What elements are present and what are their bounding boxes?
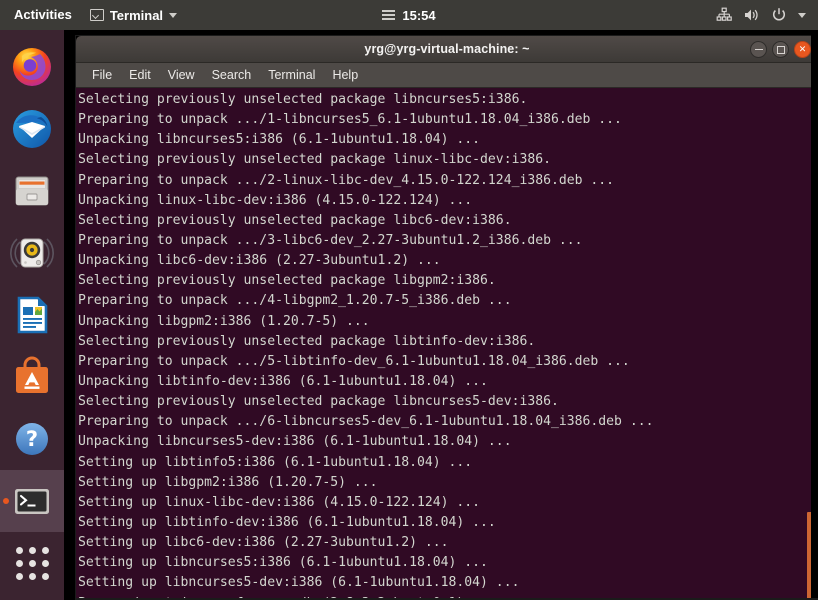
activities-button[interactable]: Activities: [0, 0, 82, 30]
terminal-line: Setting up libncurses5-dev:i386 (6.1-1ub…: [78, 575, 520, 591]
terminal-line: Setting up libtinfo-dev:i386 (6.1-1ubunt…: [78, 514, 496, 530]
terminal-line: Preparing to unpack .../1-libncurses5_6.…: [78, 112, 622, 128]
firefox-icon: [10, 45, 54, 89]
terminal-line: Selecting previously unselected package …: [78, 92, 528, 107]
terminal-output-area[interactable]: Selecting previously unselected package …: [76, 88, 818, 600]
terminal-line: Setting up libncurses5:i386 (6.1-1ubuntu…: [78, 555, 488, 571]
window-title-bar[interactable]: yrg@yrg-virtual-machine: ~ ✕: [76, 36, 818, 63]
chevron-down-icon: [169, 12, 178, 18]
terminal-line: Unpacking libgpm2:i386 (1.20.7-5) ...: [78, 313, 370, 329]
ubuntu-software-icon: [10, 355, 54, 399]
libreoffice-writer-icon: [10, 293, 54, 337]
grid-dots-icon: [15, 546, 49, 580]
clock-label: 15:54: [402, 7, 436, 23]
files-icon: [10, 169, 54, 213]
network-wired-icon[interactable]: [716, 7, 732, 23]
terminal-line: Selecting previously unselected package …: [78, 333, 536, 349]
dock-item-rhythmbox[interactable]: [0, 222, 64, 284]
menu-item-search[interactable]: Search: [204, 65, 260, 85]
terminal-line: Selecting previously unselected package …: [78, 152, 551, 168]
terminal-line: Setting up libtinfo5:i386 (6.1-1ubuntu1.…: [78, 454, 473, 470]
dock-item-firefox[interactable]: [0, 36, 64, 98]
terminal-line: Unpacking libtinfo-dev:i386 (6.1-1ubuntu…: [78, 373, 488, 389]
window-controls: ✕: [750, 36, 811, 63]
maximize-button[interactable]: [772, 41, 789, 58]
terminal-line: Unpacking linux-libc-dev:i386 (4.15.0-12…: [78, 192, 473, 208]
window-title: yrg@yrg-virtual-machine: ~: [364, 42, 530, 56]
rhythmbox-icon: [10, 231, 54, 275]
show-applications-button[interactable]: [0, 536, 64, 590]
close-button[interactable]: ✕: [794, 41, 811, 58]
terminal-icon: [89, 9, 104, 21]
minimize-button[interactable]: [750, 41, 767, 58]
terminal-line: Setting up linux-libc-dev:i386 (4.15.0-1…: [78, 494, 481, 510]
gnome-top-bar: Activities Terminal 15:54: [0, 0, 818, 30]
dock-item-libreoffice-writer[interactable]: [0, 284, 64, 346]
dock-item-help[interactable]: ?: [0, 408, 64, 470]
volume-icon[interactable]: [743, 7, 760, 23]
dock-item-terminal[interactable]: [0, 470, 64, 532]
menu-item-view[interactable]: View: [160, 65, 203, 85]
terminal-line: Selecting previously unselected package …: [78, 212, 512, 228]
dock-item-ubuntu-software[interactable]: [0, 346, 64, 408]
terminal-menu-bar: File Edit View Search Terminal Help: [76, 63, 818, 88]
desktop-screen: Activities Terminal 15:54 ? yrg@yrg-virt…: [0, 0, 818, 600]
thunderbird-icon: [10, 107, 54, 151]
chevron-down-icon[interactable]: [798, 12, 806, 18]
system-status-area[interactable]: [716, 7, 818, 23]
ubuntu-dock: ?: [0, 30, 64, 600]
help-icon: ?: [10, 417, 54, 461]
dock-item-files[interactable]: [0, 160, 64, 222]
terminal-text: Selecting previously unselected package …: [76, 88, 818, 600]
terminal-line: Preparing to unpack .../3-libc6-dev_2.27…: [78, 232, 583, 248]
terminal-line: Setting up libc6-dev:i386 (2.27-3ubuntu1…: [78, 535, 449, 551]
terminal-line: Preparing to unpack .../6-libncurses5-de…: [78, 414, 654, 430]
terminal-line: Selecting previously unselected package …: [78, 273, 496, 289]
terminal-line: Preparing to unpack .../2-linux-libc-dev…: [78, 172, 615, 188]
app-menu-terminal[interactable]: Terminal: [82, 0, 185, 30]
terminal-line: Unpacking libncurses5-dev:i386 (6.1-1ubu…: [78, 434, 512, 450]
dock-item-thunderbird[interactable]: [0, 98, 64, 160]
desktop-right-gutter: [811, 30, 818, 600]
app-menu-label: Terminal: [109, 7, 164, 23]
menu-lines-icon: [382, 8, 396, 22]
terminal-window: yrg@yrg-virtual-machine: ~ ✕ File Edit Vie…: [76, 36, 818, 600]
terminal-line: Setting up libgpm2:i386 (1.20.7-5) ...: [78, 474, 378, 490]
terminal-app-icon: [10, 479, 54, 523]
menu-item-edit[interactable]: Edit: [121, 65, 159, 85]
terminal-line: Unpacking libncurses5:i386 (6.1-1ubuntu1…: [78, 132, 481, 148]
terminal-line: Preparing to unpack .../4-libgpm2_1.20.7…: [78, 293, 512, 309]
menu-item-terminal[interactable]: Terminal: [260, 65, 323, 85]
menu-item-file[interactable]: File: [84, 65, 120, 85]
terminal-line: Selecting previously unselected package …: [78, 394, 559, 410]
terminal-line: Unpacking libc6-dev:i386 (2.27-3ubuntu1.…: [78, 253, 441, 269]
menu-item-help[interactable]: Help: [324, 65, 366, 85]
svg-text:?: ?: [26, 427, 38, 451]
power-icon[interactable]: [771, 7, 787, 23]
terminal-line: Preparing to unpack .../5-libtinfo-dev_6…: [78, 353, 630, 369]
